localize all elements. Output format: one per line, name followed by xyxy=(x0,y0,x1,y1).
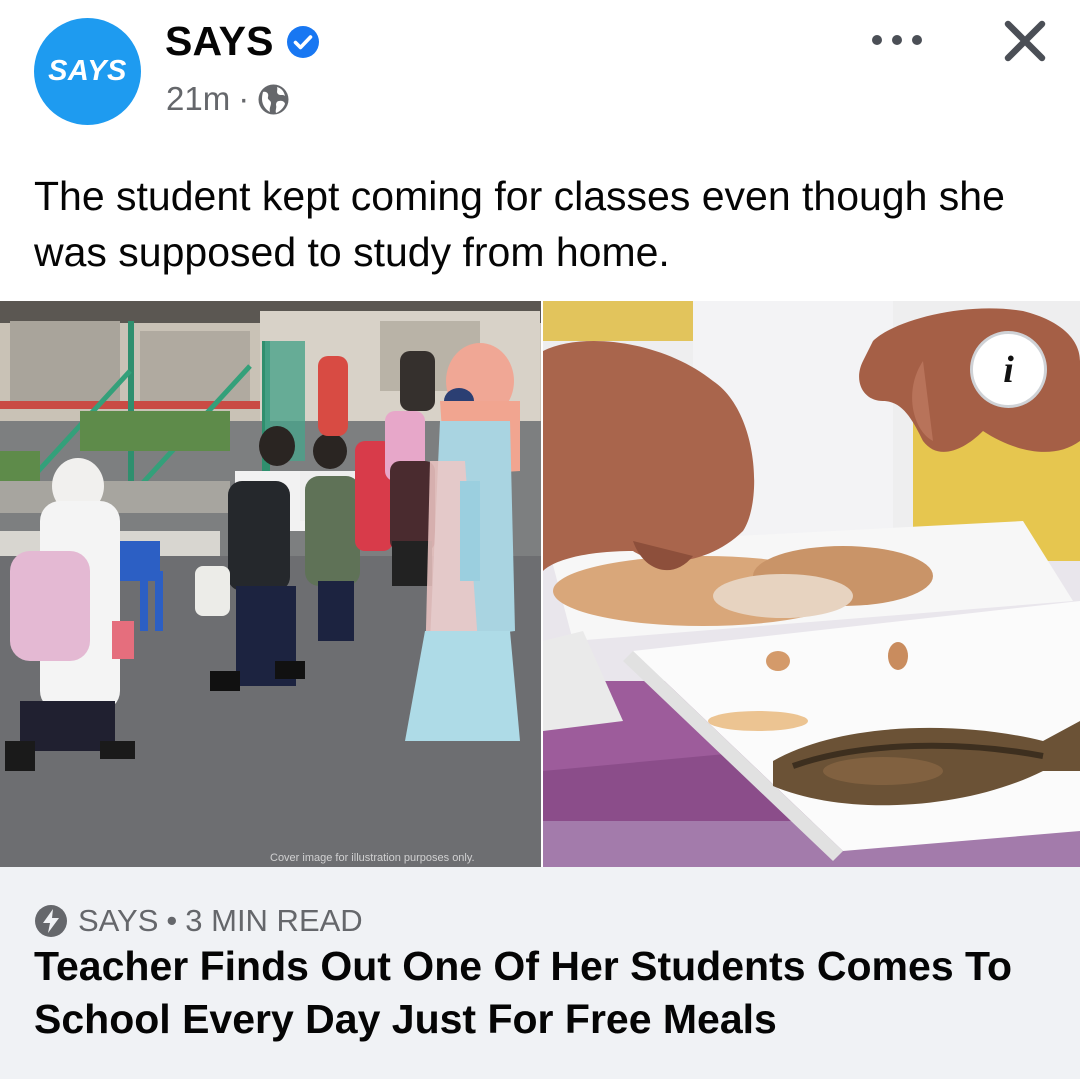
more-dot xyxy=(892,35,902,45)
post-media[interactable]: Cover image for illustration purposes on… xyxy=(0,301,1080,867)
image-credit: Cover image for illustration purposes on… xyxy=(270,852,475,864)
schoolyard-photo[interactable]: Cover image for illustration purposes on… xyxy=(0,301,541,867)
more-dot xyxy=(872,35,882,45)
link-source: SAYS xyxy=(78,903,159,938)
page-name[interactable]: SAYS xyxy=(165,18,274,65)
link-read-time: 3 MIN READ xyxy=(185,903,363,938)
info-icon[interactable]: i xyxy=(970,331,1047,408)
lightning-bolt-icon xyxy=(35,905,67,937)
link-source-line: SAYS • 3 MIN READ xyxy=(34,903,363,939)
close-icon[interactable] xyxy=(1000,16,1050,66)
link-separator: • xyxy=(166,903,178,938)
post-caption: The student kept coming for classes even… xyxy=(34,173,1005,275)
page-name-row: SAYS xyxy=(165,18,320,65)
verified-badge-icon xyxy=(286,25,319,58)
page-avatar[interactable]: SAYS xyxy=(34,18,141,125)
avatar-logo-text: SAYS xyxy=(48,55,127,87)
meta-separator: · xyxy=(238,80,250,117)
post-meta: 21m · xyxy=(166,80,290,118)
more-options-icon[interactable] xyxy=(872,28,922,52)
globe-icon[interactable] xyxy=(257,83,290,116)
link-headline[interactable]: Teacher Finds Out One Of Her Students Co… xyxy=(34,940,1054,1046)
more-dot xyxy=(912,35,922,45)
post-timestamp[interactable]: 21m xyxy=(166,80,230,118)
